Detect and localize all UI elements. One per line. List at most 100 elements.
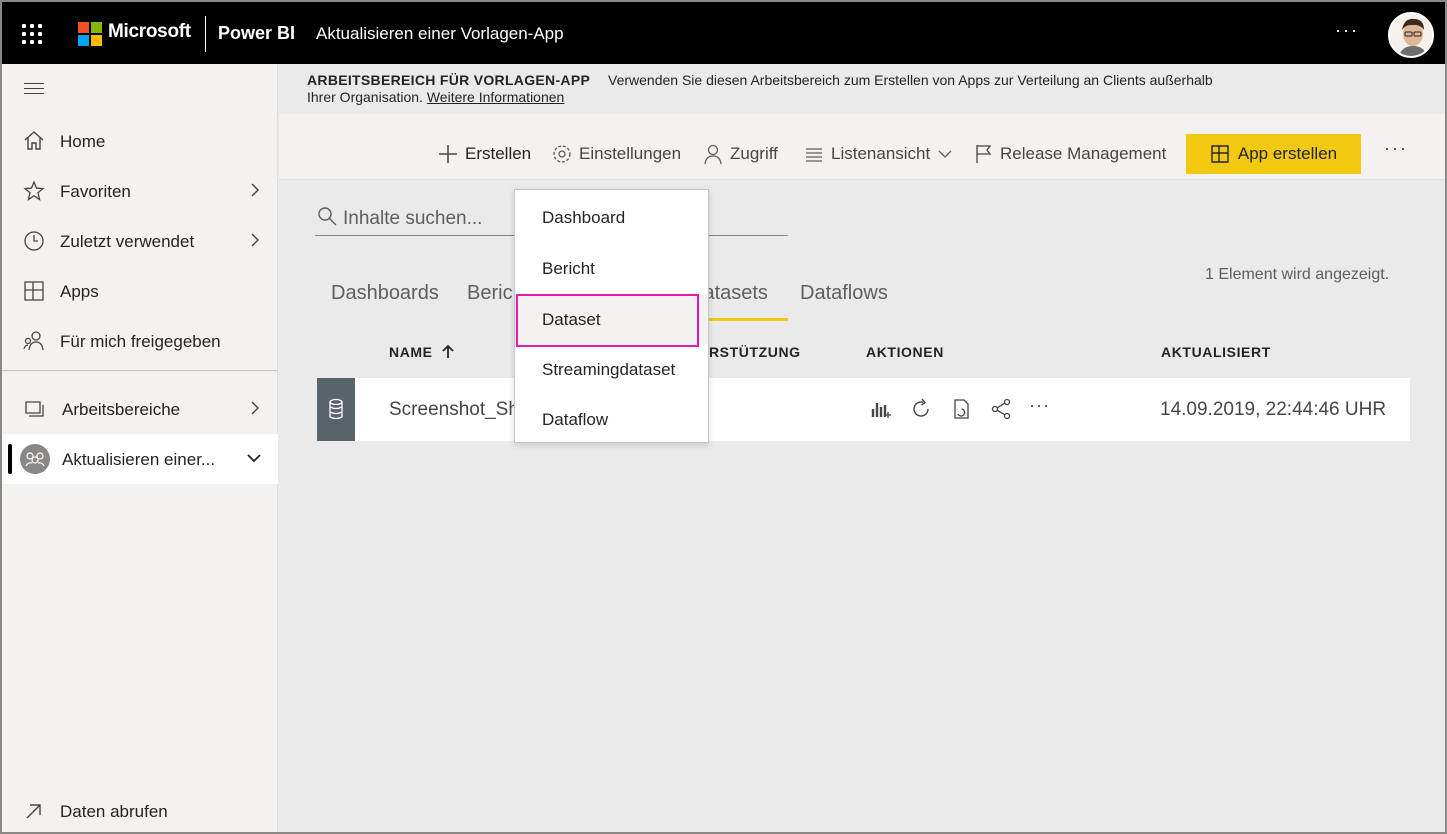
menu-item-dashboard[interactable]: Dashboard: [515, 192, 708, 242]
star-icon: [23, 180, 45, 201]
banner-title: ARBEITSBEREICH FÜR VORLAGEN-APP: [307, 72, 591, 88]
person-icon: [704, 144, 722, 165]
column-header-name-label: NAME: [389, 344, 433, 360]
menu-item-label: Dashboard: [542, 208, 626, 227]
app-title: Aktualisieren einer Vorlagen-App: [316, 24, 564, 43]
nav-item-workspaces[interactable]: Arbeitsbereiche: [2, 384, 278, 434]
nav-item-label: Für mich freigegeben: [60, 332, 221, 351]
menu-item-label: Streamingdataset: [542, 360, 676, 379]
list-icon: [806, 148, 822, 162]
row-more-icon[interactable]: ···: [1029, 395, 1059, 419]
active-indicator: [8, 444, 12, 474]
tab-dataflows[interactable]: Dataflows: [800, 282, 888, 305]
toolbar: Erstellen Einstellungen Zugriff Listenan…: [279, 114, 1445, 180]
header-divider: [205, 16, 206, 52]
top-bar: Microsoft Power BI Aktualisieren einer V…: [2, 2, 1445, 64]
main-content: ARBEITSBEREICH FÜR VORLAGEN-APP Verwende…: [279, 64, 1445, 832]
clock-icon: [24, 231, 44, 251]
gear-icon: [553, 145, 571, 163]
app-launcher-icon[interactable]: [22, 24, 42, 44]
nav-item-label: Arbeitsbereiche: [62, 400, 181, 419]
create-app-button[interactable]: App erstellen: [1186, 134, 1361, 174]
chevron-right-icon[interactable]: [246, 398, 264, 418]
brand-name: Microsoft: [108, 21, 191, 42]
column-header-name[interactable]: NAME: [389, 344, 455, 360]
dataset-name[interactable]: Screenshot_Sh: [389, 399, 519, 421]
schedule-refresh-icon[interactable]: [949, 397, 973, 421]
menu-item-label: Dataflow: [542, 410, 609, 429]
nav-item-label: Home: [60, 132, 106, 151]
create-label: Erstellen: [465, 144, 532, 163]
product-name[interactable]: Power BI: [218, 23, 295, 44]
access-label: Zugriff: [730, 144, 778, 163]
create-button[interactable]: Erstellen: [437, 142, 531, 166]
toolbar-more-icon[interactable]: ···: [1384, 138, 1408, 159]
view-label: Listenansicht: [831, 144, 931, 163]
app-window: Microsoft Power BI Aktualisieren einer V…: [0, 0, 1447, 834]
share-icon[interactable]: [989, 397, 1013, 421]
more-options-icon[interactable]: ···: [1335, 20, 1359, 41]
column-header-updated[interactable]: AKTUALISIERT: [1161, 344, 1271, 360]
nav-item-current-workspace[interactable]: Aktualisieren einer...: [2, 434, 278, 484]
nav-item-favorites[interactable]: Favoriten: [2, 166, 278, 216]
nav-item-shared[interactable]: Für mich freigegeben: [2, 316, 278, 366]
release-label: Release Management: [1000, 144, 1167, 163]
menu-item-streaming-dataset[interactable]: Streamingdataset: [515, 344, 708, 394]
view-dropdown[interactable]: Listenansicht: [803, 142, 960, 166]
refresh-icon[interactable]: [909, 397, 933, 421]
updated-timestamp: 14.09.2019, 22:44:46 UHR: [1160, 399, 1387, 420]
active-tab-indicator: [703, 318, 788, 321]
column-header-support[interactable]: ERSTÜTZUNG: [699, 344, 801, 360]
nav-item-label: Zuletzt verwendet: [60, 232, 195, 251]
chevron-down-icon: [938, 150, 952, 158]
chevron-down-icon[interactable]: [244, 448, 264, 468]
create-app-label: App erstellen: [1237, 144, 1338, 163]
nav-item-recent[interactable]: Zuletzt verwendet: [2, 216, 278, 266]
settings-label: Einstellungen: [579, 144, 682, 163]
user-avatar[interactable]: [1388, 12, 1434, 58]
column-header-actions: AKTIONEN: [866, 344, 944, 360]
release-management-button[interactable]: Release Management: [974, 142, 1166, 166]
chevron-right-icon[interactable]: [246, 230, 264, 250]
search-icon: [318, 207, 337, 226]
app-icon: [1211, 145, 1229, 163]
item-count: 1 Element wird angezeigt.: [1205, 266, 1390, 283]
left-navigation: Home Favoriten Zuletzt verwendet Apps Fü…: [2, 64, 278, 832]
nav-item-label: Favoriten: [60, 182, 131, 201]
menu-item-dataflow[interactable]: Dataflow: [515, 394, 708, 444]
nav-item-home[interactable]: Home: [2, 116, 278, 166]
menu-item-label: Bericht: [542, 259, 595, 278]
nav-item-apps[interactable]: Apps: [2, 266, 278, 316]
apps-icon: [24, 281, 44, 301]
hamburger-menu-icon[interactable]: [24, 83, 44, 97]
home-icon: [24, 131, 44, 150]
nav-item-label: Aktualisieren einer...: [62, 450, 216, 469]
nav-item-label: Daten abrufen: [60, 802, 168, 821]
dataset-icon: [317, 378, 355, 441]
nav-item-label: Apps: [60, 282, 99, 301]
settings-button[interactable]: Einstellungen: [551, 142, 681, 166]
nav-divider: [2, 370, 278, 371]
sort-ascending-icon: [441, 344, 454, 358]
create-report-icon[interactable]: [869, 397, 893, 421]
plus-icon: [439, 145, 457, 163]
banner-description: Verwenden Sie diesen Arbeitsbereich zum …: [608, 72, 1213, 88]
shared-icon: [23, 331, 44, 351]
menu-item-report[interactable]: Bericht: [515, 243, 708, 293]
highlight-box: [516, 294, 699, 347]
workspaces-icon: [25, 401, 44, 417]
access-button[interactable]: Zugriff: [702, 142, 778, 166]
microsoft-logo-icon: [78, 22, 102, 46]
nav-item-get-data[interactable]: Daten abrufen: [2, 786, 278, 832]
chevron-right-icon[interactable]: [246, 180, 264, 200]
banner-description-cont: Ihrer Organisation.: [307, 89, 423, 105]
tab-dashboards[interactable]: Dashboards: [331, 282, 439, 305]
table-row[interactable]: Screenshot_Sh ··· 14.09.2019, 22:44:46 U…: [317, 378, 1410, 441]
flag-icon: [976, 145, 992, 163]
arrow-up-right-icon: [26, 804, 41, 819]
create-menu: Dashboard Bericht Dataset Streamingdatas…: [514, 189, 709, 443]
workspace-avatar-icon: [20, 444, 50, 474]
workspace-banner: ARBEITSBEREICH FÜR VORLAGEN-APP Verwende…: [279, 64, 1445, 114]
banner-description-line2: Ihrer Organisation. Weitere Informatione…: [307, 89, 564, 105]
learn-more-link[interactable]: Weitere Informationen: [427, 89, 564, 105]
